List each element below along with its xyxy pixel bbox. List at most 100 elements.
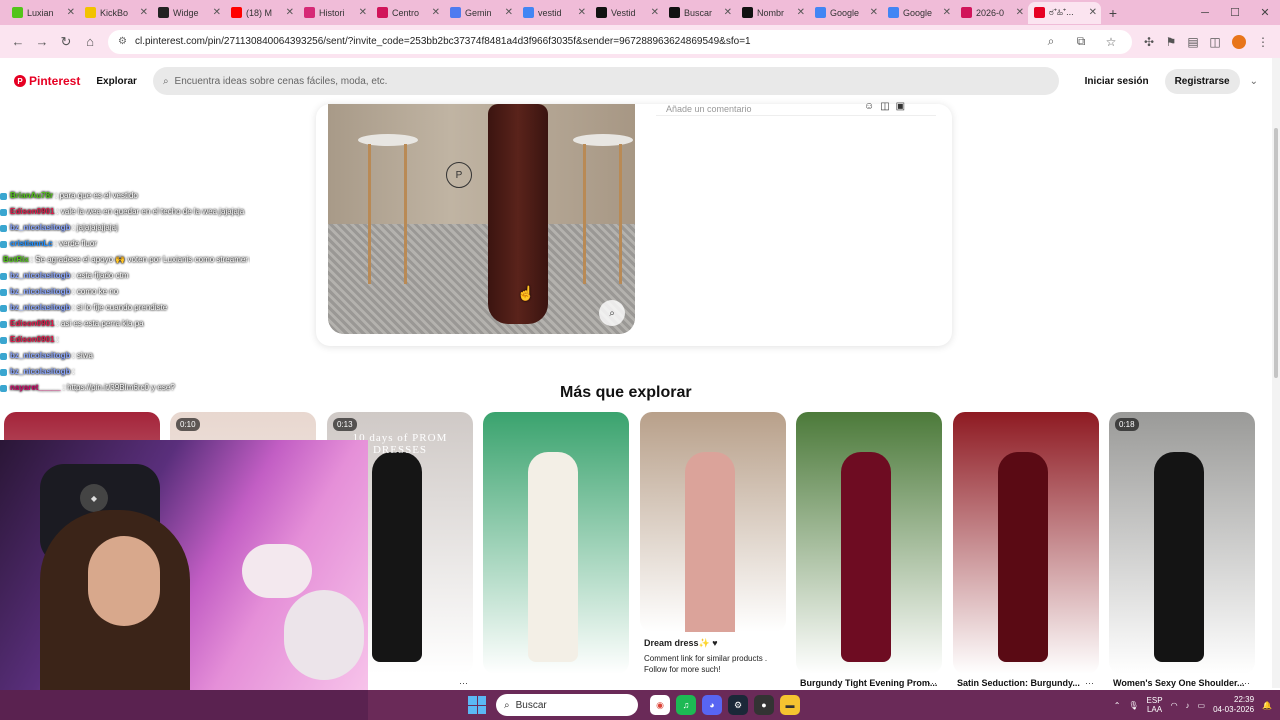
register-button[interactable]: Registrarse — [1164, 68, 1240, 94]
browser-tab[interactable]: (18) M ✕ — [225, 2, 298, 24]
browser-tab[interactable]: Nombr ✕ — [736, 2, 809, 24]
close-tab-icon[interactable]: ✕ — [286, 7, 294, 18]
browser-tab[interactable]: 2026-0 ✕ — [955, 2, 1028, 24]
obs-icon[interactable]: ● — [754, 695, 774, 715]
browser-tab[interactable]: vestid ✕ — [517, 2, 590, 24]
browser-tab[interactable]: Google ✕ — [882, 2, 955, 24]
pin-dress-figure — [685, 452, 735, 632]
close-window-icon[interactable]: ✕ — [1250, 0, 1280, 25]
browser-tab[interactable]: Centro ✕ — [371, 2, 444, 24]
wifi-icon[interactable]: ◠ — [1171, 701, 1178, 710]
browser-tab[interactable]: Gemin ✕ — [444, 2, 517, 24]
close-tab-icon[interactable]: ✕ — [870, 7, 878, 18]
taskbar-search[interactable]: ⌕ Buscar — [496, 694, 638, 716]
pin-title[interactable]: Burgundy Tight Evening Prom... — [800, 678, 940, 688]
pin-main-image[interactable]: P ⌕ — [328, 104, 635, 334]
pin-description[interactable]: Dream dress✨ ♥ Comment link for similar p… — [644, 638, 786, 675]
close-tab-icon[interactable]: ✕ — [578, 7, 586, 18]
zoom-icon[interactable]: ⌕ — [1040, 34, 1062, 49]
chat-message: bz_nicolasitogb: jajajajajjajaj — [0, 220, 250, 236]
login-button[interactable]: Iniciar sesión — [1079, 76, 1155, 87]
menu-kebab-icon[interactable]: ⋮ — [1252, 35, 1274, 49]
windows-start-icon[interactable] — [468, 696, 486, 714]
pin-title[interactable]: Women's Sexy One Shoulder... — [1113, 678, 1253, 688]
image-upload-icon[interactable]: ▣ — [896, 101, 911, 112]
clock[interactable]: 22:39 04-03-2026 — [1213, 695, 1254, 715]
split-icon[interactable]: ◫ — [1204, 35, 1226, 49]
pinterest-search-input[interactable]: ⌕ Encuentra ideas sobre cenas fáciles, m… — [152, 67, 1059, 95]
kick-icon — [12, 7, 23, 18]
tab-title: ಠ⁺ಹಿ⁺... — [1049, 7, 1074, 17]
emoji-icon[interactable]: ☺ — [864, 101, 880, 112]
page-scrollbar[interactable] — [1272, 58, 1280, 688]
chrome-icon[interactable]: ◉ — [650, 695, 670, 715]
close-tab-icon[interactable]: ✕ — [943, 7, 951, 18]
sidebar-icon[interactable]: ▤ — [1182, 35, 1204, 49]
chat-badge-icon — [0, 272, 7, 280]
browser-tab[interactable]: KickBo ✕ — [79, 2, 152, 24]
close-tab-icon[interactable]: ✕ — [797, 7, 805, 18]
chevron-down-icon[interactable]: ⌄ — [1250, 76, 1258, 87]
notification-bell-icon[interactable]: 🔔 — [1262, 701, 1272, 710]
youtube-icon — [231, 7, 242, 18]
visual-search-icon[interactable]: ⌕ — [599, 300, 625, 326]
extensions-icon[interactable]: ✣ — [1138, 35, 1160, 49]
close-tab-icon[interactable]: ✕ — [651, 7, 659, 18]
discord-icon[interactable]: ◕ — [702, 695, 722, 715]
browser-tab[interactable]: Histori ✕ — [298, 2, 371, 24]
browser-tab[interactable]: Google ✕ — [809, 2, 882, 24]
volume-icon[interactable]: ♪ — [1186, 701, 1190, 710]
bookmark-star-icon[interactable]: ☆ — [1100, 35, 1122, 49]
spotify-icon[interactable]: ♫ — [676, 695, 696, 715]
explore-pin[interactable] — [640, 412, 786, 632]
close-tab-icon[interactable]: ✕ — [724, 7, 732, 18]
browser-tab[interactable]: Luxian ✕ — [6, 2, 79, 24]
profile-avatar[interactable] — [1232, 34, 1246, 49]
scrollbar-thumb[interactable] — [1274, 128, 1278, 378]
back-icon[interactable]: ← — [6, 30, 30, 54]
address-bar[interactable]: ⚙ cl.pinterest.com/pin/27113084006439325… — [108, 29, 1132, 54]
browser-tab[interactable]: ಠ⁺ಹಿ⁺... ✕ — [1028, 1, 1101, 24]
language-indicator[interactable]: ESP LAA — [1147, 696, 1163, 714]
browser-tab[interactable]: Vestid ✕ — [590, 2, 663, 24]
sticker-icon[interactable]: ◫ — [880, 101, 895, 112]
home-icon[interactable]: ⌂ — [78, 30, 102, 54]
close-tab-icon[interactable]: ✕ — [1089, 7, 1097, 18]
close-tab-icon[interactable]: ✕ — [432, 7, 440, 18]
install-icon[interactable]: ⧉ — [1070, 34, 1092, 49]
explore-pin[interactable] — [953, 412, 1099, 674]
explore-pin[interactable] — [483, 412, 629, 674]
pin-more-icon[interactable]: ··· — [1241, 678, 1250, 688]
stream-chat-overlay: BrianAu78r: para que es el vestido Edison… — [0, 188, 250, 438]
chat-message: BotRix: Se agradece el apoyo 🙌 voten por… — [0, 252, 250, 268]
close-tab-icon[interactable]: ✕ — [505, 7, 513, 18]
new-tab-icon[interactable]: + — [1101, 5, 1125, 21]
explore-pin[interactable]: 0:18 — [1109, 412, 1255, 674]
pin-more-icon[interactable]: ··· — [459, 678, 468, 688]
file-explorer-icon[interactable]: ▬ — [780, 695, 800, 715]
close-tab-icon[interactable]: ✕ — [359, 7, 367, 18]
tray-chevron-icon[interactable]: ⌃ — [1114, 701, 1121, 710]
site-info-icon[interactable]: ⚙ — [118, 36, 127, 47]
close-tab-icon[interactable]: ✕ — [213, 7, 221, 18]
battery-icon[interactable]: ▭ — [1198, 701, 1206, 710]
pin-dress-figure — [841, 452, 891, 662]
maximize-icon[interactable]: ☐ — [1220, 0, 1250, 25]
pin-more-icon[interactable]: ··· — [1085, 678, 1094, 688]
close-tab-icon[interactable]: ✕ — [1016, 7, 1024, 18]
pinterest-logo[interactable]: P Pinterest — [14, 74, 80, 88]
minimize-icon[interactable]: ─ — [1190, 0, 1220, 25]
reload-icon[interactable]: ↻ — [54, 30, 78, 54]
microphone-icon[interactable]: 🎙 — [1128, 701, 1138, 710]
close-tab-icon[interactable]: ✕ — [140, 7, 148, 18]
pin-more-icon[interactable]: ··· — [928, 678, 937, 688]
close-tab-icon[interactable]: ✕ — [67, 7, 75, 18]
vpn-icon[interactable]: ⚑ — [1160, 35, 1182, 49]
steam-icon[interactable]: ⚙ — [728, 695, 748, 715]
browser-tab[interactable]: Widge ✕ — [152, 2, 225, 24]
browser-tab[interactable]: Buscar ✕ — [663, 2, 736, 24]
explore-link[interactable]: Explorar — [90, 76, 143, 87]
pin-title[interactable]: Satin Seduction: Burgundy... — [957, 678, 1097, 688]
forward-icon[interactable]: → — [30, 30, 54, 54]
explore-pin[interactable] — [796, 412, 942, 674]
